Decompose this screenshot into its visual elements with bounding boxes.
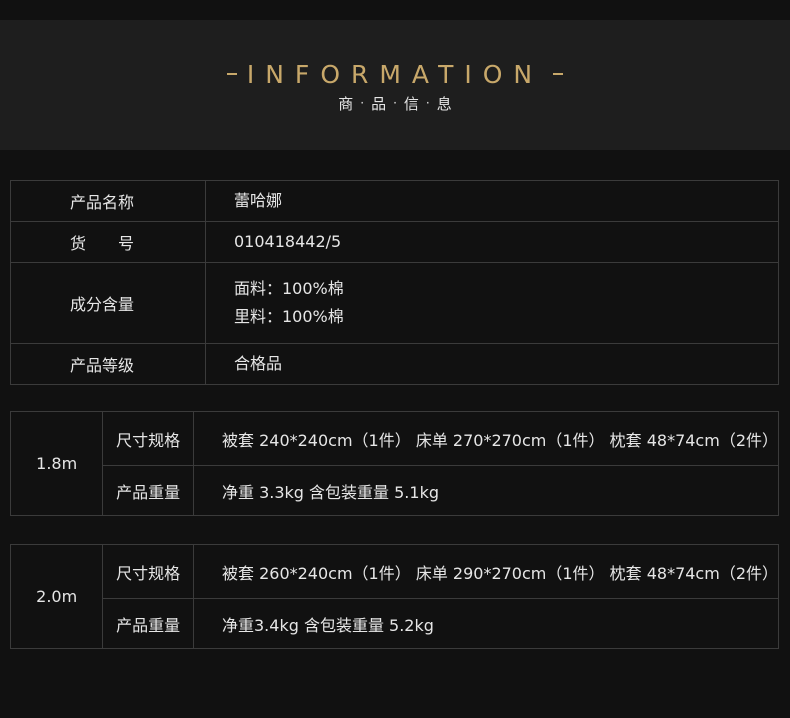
weight-value: 净重3.4kg 含包装重量 5.2kg xyxy=(193,598,779,649)
row-label-sku: 货 号 xyxy=(10,221,206,263)
header-subtitle: 商 · 品 · 信 · 息 xyxy=(0,93,790,113)
table-row: 成分含量 面料：100%棉 里料：100%棉 xyxy=(10,262,779,344)
title-left-dash xyxy=(226,73,237,75)
spec-label: 尺寸规格 xyxy=(102,544,194,599)
table-row: 货 号 010418442/5 xyxy=(10,221,779,263)
row-value-composition: 面料：100%棉 里料：100%棉 xyxy=(205,262,779,344)
weight-label: 产品重量 xyxy=(102,598,194,649)
subtitle-separator: · xyxy=(360,96,365,110)
spec-value: 被套 240*240cm（1件） 床单 270*270cm（1件） 枕套 48*… xyxy=(193,411,779,466)
size-label: 1.8m xyxy=(9,411,104,516)
size-table-1-8m: 1.8m 尺寸规格 被套 240*240cm（1件） 床单 270*270cm（… xyxy=(9,411,779,516)
product-name: 蕾哈娜 xyxy=(234,191,283,210)
subtitle-separator: · xyxy=(425,96,430,110)
composition-fabric: 面料：100%棉 xyxy=(234,279,344,298)
product-grade: 合格品 xyxy=(234,354,283,373)
title-right-dash xyxy=(553,73,564,75)
product-info-table: 产品名称 蕾哈娜 货 号 010418442/5 成分含量 面料：100%棉 里… xyxy=(10,180,779,385)
weight-label: 产品重量 xyxy=(102,465,194,516)
table-row: 产品重量 净重3.4kg 含包装重量 5.2kg xyxy=(11,598,779,649)
row-value-grade: 合格品 xyxy=(205,343,779,385)
composition-lining: 里料：100%棉 xyxy=(234,307,344,326)
spec-label: 尺寸规格 xyxy=(102,411,194,466)
header-title: INFORMATION xyxy=(0,58,790,90)
size-table-2-0m: 2.0m 尺寸规格 被套 260*240cm（1件） 床单 290*270cm（… xyxy=(9,544,779,649)
sku-number: 010418442/5 xyxy=(234,232,342,251)
table-row: 产品名称 蕾哈娜 xyxy=(10,180,779,222)
spec-value: 被套 260*240cm（1件） 床单 290*270cm（1件） 枕套 48*… xyxy=(193,544,779,599)
row-label-grade: 产品等级 xyxy=(10,343,206,385)
table-row: 产品等级 合格品 xyxy=(10,343,779,385)
row-value-name: 蕾哈娜 xyxy=(205,180,779,222)
table-row: 1.8m 尺寸规格 被套 240*240cm（1件） 床单 270*270cm（… xyxy=(9,411,779,516)
row-label-name: 产品名称 xyxy=(10,180,206,222)
subtitle-char: 商 xyxy=(338,94,354,113)
table-row: 2.0m 尺寸规格 被套 260*240cm（1件） 床单 290*270cm（… xyxy=(9,544,779,649)
row-label-composition: 成分含量 xyxy=(10,262,206,344)
subtitle-char: 息 xyxy=(436,94,452,113)
title-text: INFORMATION xyxy=(246,59,544,89)
table-row: 产品重量 净重 3.3kg 含包装重量 5.1kg xyxy=(11,465,779,516)
row-value-sku: 010418442/5 xyxy=(205,221,779,263)
weight-value: 净重 3.3kg 含包装重量 5.1kg xyxy=(193,465,779,516)
subtitle-char: 品 xyxy=(371,94,387,113)
size-label: 2.0m xyxy=(9,544,104,649)
subtitle-char: 信 xyxy=(403,94,419,113)
subtitle-separator: · xyxy=(393,96,397,110)
